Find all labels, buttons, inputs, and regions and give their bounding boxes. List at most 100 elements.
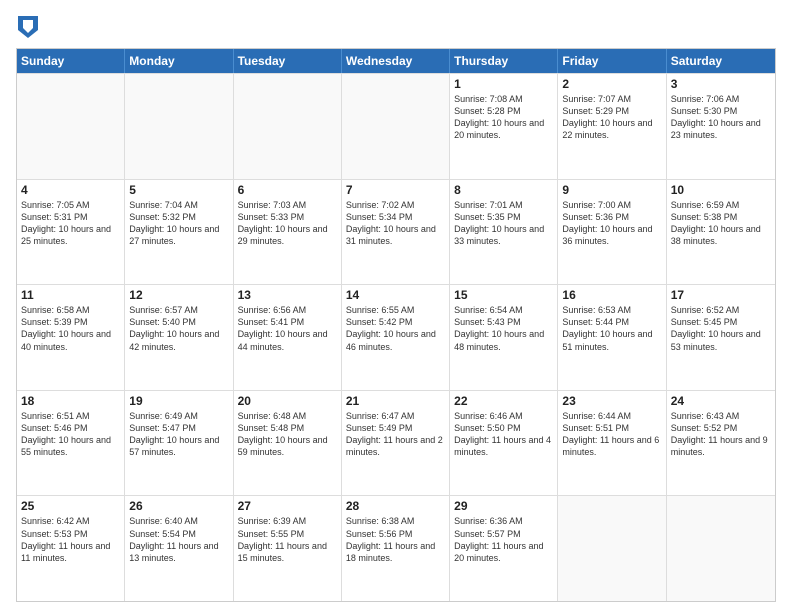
cell-info: Sunrise: 6:39 AM Sunset: 5:55 PM Dayligh…	[238, 515, 337, 564]
cell-info: Sunrise: 6:48 AM Sunset: 5:48 PM Dayligh…	[238, 410, 337, 459]
calendar-row-3: 11 Sunrise: 6:58 AM Sunset: 5:39 PM Dayli…	[17, 284, 775, 390]
day-header-friday: Friday	[558, 49, 666, 73]
day-number: 24	[671, 394, 771, 408]
day-cell-13: 13Sunrise: 6:56 AM Sunset: 5:41 PM Dayli…	[234, 285, 342, 390]
day-cell-24: 24 Sunrise: 6:43 AM Sunset: 5:52 PM Dayli…	[667, 391, 775, 496]
day-cell-14: 14Sunrise: 6:55 AM Sunset: 5:42 PM Dayli…	[342, 285, 450, 390]
day-cell-4: 4 Sunrise: 7:05 AM Sunset: 5:31 PM Daylig…	[17, 180, 125, 285]
cell-info: Sunrise: 6:58 AM Sunset: 5:39 PM Dayligh…	[21, 304, 120, 353]
day-number: 11	[21, 288, 120, 302]
day-number: 7	[346, 183, 445, 197]
calendar: SundayMondayTuesdayWednesdayThursdayFrid…	[16, 48, 776, 602]
day-cell-17: 17 Sunrise: 6:52 AM Sunset: 5:45 PM Dayli…	[667, 285, 775, 390]
calendar-row-4: 18 Sunrise: 6:51 AM Sunset: 5:46 PM Dayli…	[17, 390, 775, 496]
day-number: 9	[562, 183, 661, 197]
day-cell-11: 11 Sunrise: 6:58 AM Sunset: 5:39 PM Dayli…	[17, 285, 125, 390]
logo	[16, 16, 38, 38]
day-header-sunday: Sunday	[17, 49, 125, 73]
day-cell-28: 28 Sunrise: 6:38 AM Sunset: 5:56 PM Dayli…	[342, 496, 450, 601]
cell-info: Sunrise: 6:36 AM Sunset: 5:57 PM Dayligh…	[454, 515, 553, 564]
day-cell-22: 22 Sunrise: 6:46 AM Sunset: 5:50 PM Dayli…	[450, 391, 558, 496]
cell-info: Sunrise: 7:05 AM Sunset: 5:31 PM Dayligh…	[21, 199, 120, 248]
empty-cell	[234, 74, 342, 179]
day-cell-26: 26 Sunrise: 6:40 AM Sunset: 5:54 PM Dayli…	[125, 496, 233, 601]
empty-cell	[125, 74, 233, 179]
empty-cell	[17, 74, 125, 179]
day-cell-12: 12Sunrise: 6:57 AM Sunset: 5:40 PM Dayli…	[125, 285, 233, 390]
cell-info: Sunrise: 6:59 AM Sunset: 5:38 PM Dayligh…	[671, 199, 771, 248]
day-header-tuesday: Tuesday	[234, 49, 342, 73]
empty-cell	[667, 496, 775, 601]
day-number: 6	[238, 183, 337, 197]
day-header-saturday: Saturday	[667, 49, 775, 73]
day-cell-3: 3 Sunrise: 7:06 AM Sunset: 5:30 PM Daylig…	[667, 74, 775, 179]
empty-cell	[558, 496, 666, 601]
cell-info: Sunrise: 6:52 AM Sunset: 5:45 PM Dayligh…	[671, 304, 771, 353]
day-number: 3	[671, 77, 771, 91]
header	[16, 16, 776, 38]
day-cell-6: 6 Sunrise: 7:03 AM Sunset: 5:33 PM Daylig…	[234, 180, 342, 285]
cell-info: Sunrise: 7:01 AM Sunset: 5:35 PM Dayligh…	[454, 199, 553, 248]
day-header-wednesday: Wednesday	[342, 49, 450, 73]
day-number: 14	[346, 288, 445, 302]
cell-info: Sunrise: 7:04 AM Sunset: 5:32 PM Dayligh…	[129, 199, 228, 248]
day-number: 4	[21, 183, 120, 197]
day-number: 28	[346, 499, 445, 513]
day-number: 10	[671, 183, 771, 197]
cell-info: Sunrise: 7:00 AM Sunset: 5:36 PM Dayligh…	[562, 199, 661, 248]
cell-info: Sunrise: 6:42 AM Sunset: 5:53 PM Dayligh…	[21, 515, 120, 564]
day-header-monday: Monday	[125, 49, 233, 73]
cell-info: Sunrise: 6:40 AM Sunset: 5:54 PM Dayligh…	[129, 515, 228, 564]
page: SundayMondayTuesdayWednesdayThursdayFrid…	[0, 0, 792, 612]
calendar-header: SundayMondayTuesdayWednesdayThursdayFrid…	[17, 49, 775, 73]
cell-info: Sunrise: 6:46 AM Sunset: 5:50 PM Dayligh…	[454, 410, 553, 459]
empty-cell	[342, 74, 450, 179]
cell-info: Sunrise: 6:38 AM Sunset: 5:56 PM Dayligh…	[346, 515, 445, 564]
calendar-body: 1Sunrise: 7:08 AM Sunset: 5:28 PM Daylig…	[17, 73, 775, 601]
day-number: 26	[129, 499, 228, 513]
day-cell-9: 9 Sunrise: 7:00 AM Sunset: 5:36 PM Daylig…	[558, 180, 666, 285]
cell-info: Sunrise: 6:43 AM Sunset: 5:52 PM Dayligh…	[671, 410, 771, 459]
day-cell-23: 23 Sunrise: 6:44 AM Sunset: 5:51 PM Dayli…	[558, 391, 666, 496]
day-cell-8: 8 Sunrise: 7:01 AM Sunset: 5:35 PM Daylig…	[450, 180, 558, 285]
day-cell-5: 5 Sunrise: 7:04 AM Sunset: 5:32 PM Daylig…	[125, 180, 233, 285]
calendar-row-2: 4 Sunrise: 7:05 AM Sunset: 5:31 PM Daylig…	[17, 179, 775, 285]
day-number: 20	[238, 394, 337, 408]
day-cell-25: 25 Sunrise: 6:42 AM Sunset: 5:53 PM Dayli…	[17, 496, 125, 601]
day-cell-2: 2 Sunrise: 7:07 AM Sunset: 5:29 PM Daylig…	[558, 74, 666, 179]
day-number: 19	[129, 394, 228, 408]
cell-info: Sunrise: 6:49 AM Sunset: 5:47 PM Dayligh…	[129, 410, 228, 459]
day-cell-16: 16Sunrise: 6:53 AM Sunset: 5:44 PM Dayli…	[558, 285, 666, 390]
day-number: 29	[454, 499, 553, 513]
day-header-thursday: Thursday	[450, 49, 558, 73]
day-number: 22	[454, 394, 553, 408]
day-cell-18: 18 Sunrise: 6:51 AM Sunset: 5:46 PM Dayli…	[17, 391, 125, 496]
day-number: 27	[238, 499, 337, 513]
day-number: 12	[129, 288, 228, 302]
day-number: 8	[454, 183, 553, 197]
cell-info: Sunrise: 6:44 AM Sunset: 5:51 PM Dayligh…	[562, 410, 661, 459]
day-number: 5	[129, 183, 228, 197]
day-cell-20: 20 Sunrise: 6:48 AM Sunset: 5:48 PM Dayli…	[234, 391, 342, 496]
day-cell-1: 1Sunrise: 7:08 AM Sunset: 5:28 PM Daylig…	[450, 74, 558, 179]
day-cell-10: 10 Sunrise: 6:59 AM Sunset: 5:38 PM Dayli…	[667, 180, 775, 285]
cell-info: Sunrise: 7:07 AM Sunset: 5:29 PM Dayligh…	[562, 93, 661, 142]
day-number: 21	[346, 394, 445, 408]
calendar-row-1: 1Sunrise: 7:08 AM Sunset: 5:28 PM Daylig…	[17, 73, 775, 179]
calendar-row-5: 25 Sunrise: 6:42 AM Sunset: 5:53 PM Dayli…	[17, 495, 775, 601]
day-number: 2	[562, 77, 661, 91]
day-number: 23	[562, 394, 661, 408]
day-number: 17	[671, 288, 771, 302]
day-cell-7: 7 Sunrise: 7:02 AM Sunset: 5:34 PM Daylig…	[342, 180, 450, 285]
logo-icon	[18, 16, 38, 38]
day-cell-27: 27 Sunrise: 6:39 AM Sunset: 5:55 PM Dayli…	[234, 496, 342, 601]
cell-info: Sunrise: 6:56 AM Sunset: 5:41 PM Dayligh…	[238, 304, 337, 353]
day-number: 16	[562, 288, 661, 302]
day-cell-19: 19 Sunrise: 6:49 AM Sunset: 5:47 PM Dayli…	[125, 391, 233, 496]
day-number: 25	[21, 499, 120, 513]
cell-info: Sunrise: 6:51 AM Sunset: 5:46 PM Dayligh…	[21, 410, 120, 459]
cell-info: Sunrise: 7:02 AM Sunset: 5:34 PM Dayligh…	[346, 199, 445, 248]
cell-info: Sunrise: 7:06 AM Sunset: 5:30 PM Dayligh…	[671, 93, 771, 142]
cell-info: Sunrise: 7:03 AM Sunset: 5:33 PM Dayligh…	[238, 199, 337, 248]
day-number: 18	[21, 394, 120, 408]
